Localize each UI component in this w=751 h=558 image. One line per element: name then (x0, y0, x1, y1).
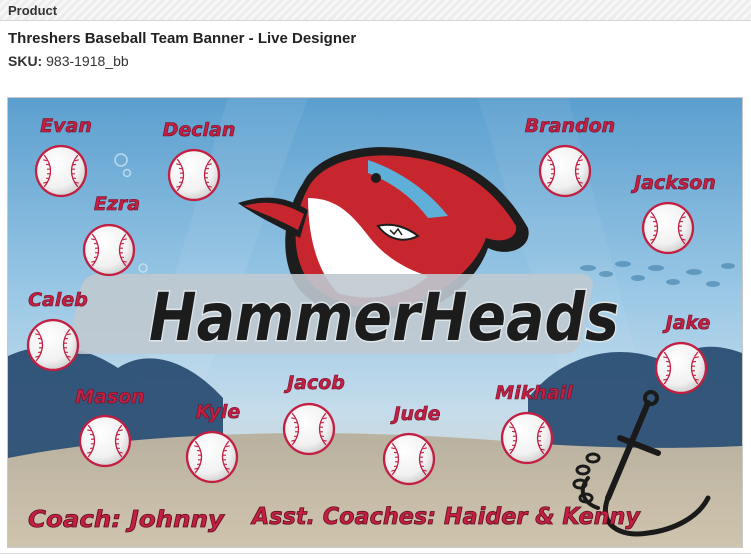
player-name: Jake (662, 312, 711, 334)
panel-header-label: Product (8, 3, 58, 18)
player-name: Kyle (196, 401, 241, 423)
banner-preview[interactable]: HammerHeads Evan Declan Ezra Caleb Mason… (7, 97, 743, 548)
baseball-icon (167, 148, 221, 202)
product-sku: SKU: 983-1918_bb (8, 53, 129, 69)
baseball-icon (641, 201, 695, 255)
baseball-icon (282, 402, 336, 456)
player-name: Ezra (94, 193, 140, 215)
player-name: Jacob (283, 372, 345, 394)
product-panel-header: Product (0, 0, 751, 21)
baseball-icon (382, 432, 436, 486)
coach-text: Coach: Johnny (28, 507, 225, 533)
product-title: Threshers Baseball Team Banner - Live De… (8, 30, 357, 47)
banner-canvas: HammerHeads Evan Declan Ezra Caleb Mason… (8, 98, 742, 547)
baseball-icon (26, 318, 80, 372)
baseball-icon (500, 411, 554, 465)
baseball-icon (185, 430, 239, 484)
baseball-icon (82, 223, 136, 277)
baseball-icon (34, 144, 88, 198)
player-name: Declan (163, 119, 236, 141)
sku-value: 983-1918_bb (46, 53, 129, 69)
team-name: HammerHeads (149, 279, 619, 356)
player-name: Caleb (28, 289, 88, 311)
sku-label: SKU: (8, 53, 43, 69)
baseball-icon (654, 341, 708, 395)
player-name: Evan (40, 115, 92, 137)
player-name: Mason (75, 386, 145, 408)
player-name: Jackson (630, 172, 716, 194)
baseball-icon (78, 414, 132, 468)
panel-bottom-border (0, 553, 751, 554)
asst-coaches-text: Asst. Coaches: Haider & Kenny (250, 504, 641, 530)
player-name: Mikhail (495, 382, 573, 404)
player-name: Jude (389, 403, 440, 425)
player-name: Brandon (525, 115, 615, 137)
baseball-icon (538, 144, 592, 198)
